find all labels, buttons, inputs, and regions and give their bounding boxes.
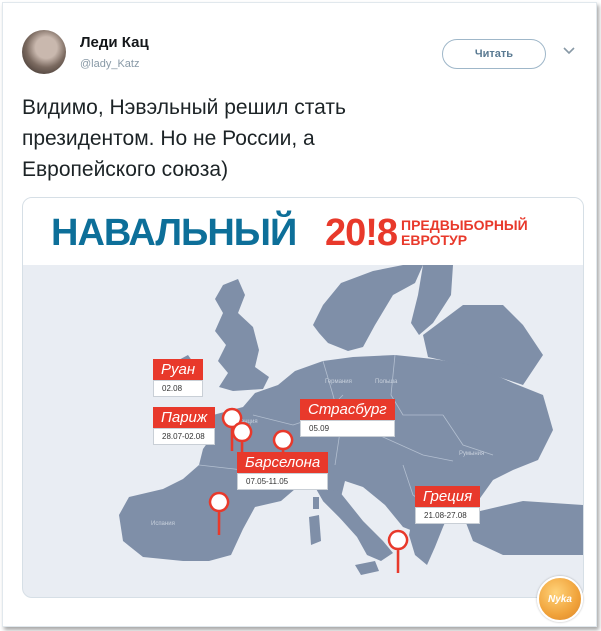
stop-date: 28.07-02.08: [153, 428, 216, 445]
banner-year: 20!8: [325, 212, 398, 254]
stop-city: Страсбург: [300, 399, 395, 420]
country-label-germany: Германия: [325, 379, 352, 385]
campaign-banner: НАВАЛЬНЫЙ 20!8 ПРЕДВЫБОРНЫЙ ЕВРОТУР: [23, 198, 583, 265]
tweet-text: Видимо, Нэвэльный решил стать президенто…: [22, 96, 346, 181]
stop-label-strasbourg: Страсбург 05.09: [300, 399, 395, 437]
author-name[interactable]: Леди Кац: [80, 34, 149, 51]
stop-label-rouen: Руан 02.08: [153, 359, 204, 397]
banner-subtitle: ПРЕДВЫБОРНЫЙ ЕВРОТУР: [401, 217, 528, 248]
stop-date: 05.09: [300, 420, 395, 437]
country-label-romania: Румыния: [459, 451, 484, 457]
stop-label-greece: Греция 21.08-27.08: [415, 486, 481, 524]
stop-date: 02.08: [153, 380, 204, 397]
stop-city: Барселона: [237, 452, 329, 473]
site-watermark-logo: Nyka: [537, 576, 583, 622]
stop-city: Руан: [153, 359, 204, 380]
stop-date: 21.08-27.08: [415, 507, 481, 524]
banner-title: НАВАЛЬНЫЙ: [51, 212, 297, 254]
stop-city: Париж: [153, 407, 216, 428]
tweet-image[interactable]: НАВАЛЬНЫЙ 20!8 ПРЕДВЫБОРНЫЙ ЕВРОТУР Герм…: [22, 197, 584, 598]
chevron-down-icon[interactable]: [562, 44, 576, 58]
stop-label-paris: Париж 28.07-02.08: [153, 407, 216, 445]
stop-date: 07.05-11.05: [237, 473, 329, 490]
country-label-poland: Польша: [375, 379, 398, 385]
author-handle[interactable]: @lady_Katz: [80, 58, 139, 70]
stop-city: Греция: [415, 486, 481, 507]
country-label-spain: Испания: [151, 521, 175, 527]
avatar[interactable]: [22, 30, 66, 74]
stop-label-barcelona: Барселона 07.05-11.05: [237, 452, 329, 490]
follow-button[interactable]: Читать: [442, 39, 546, 69]
